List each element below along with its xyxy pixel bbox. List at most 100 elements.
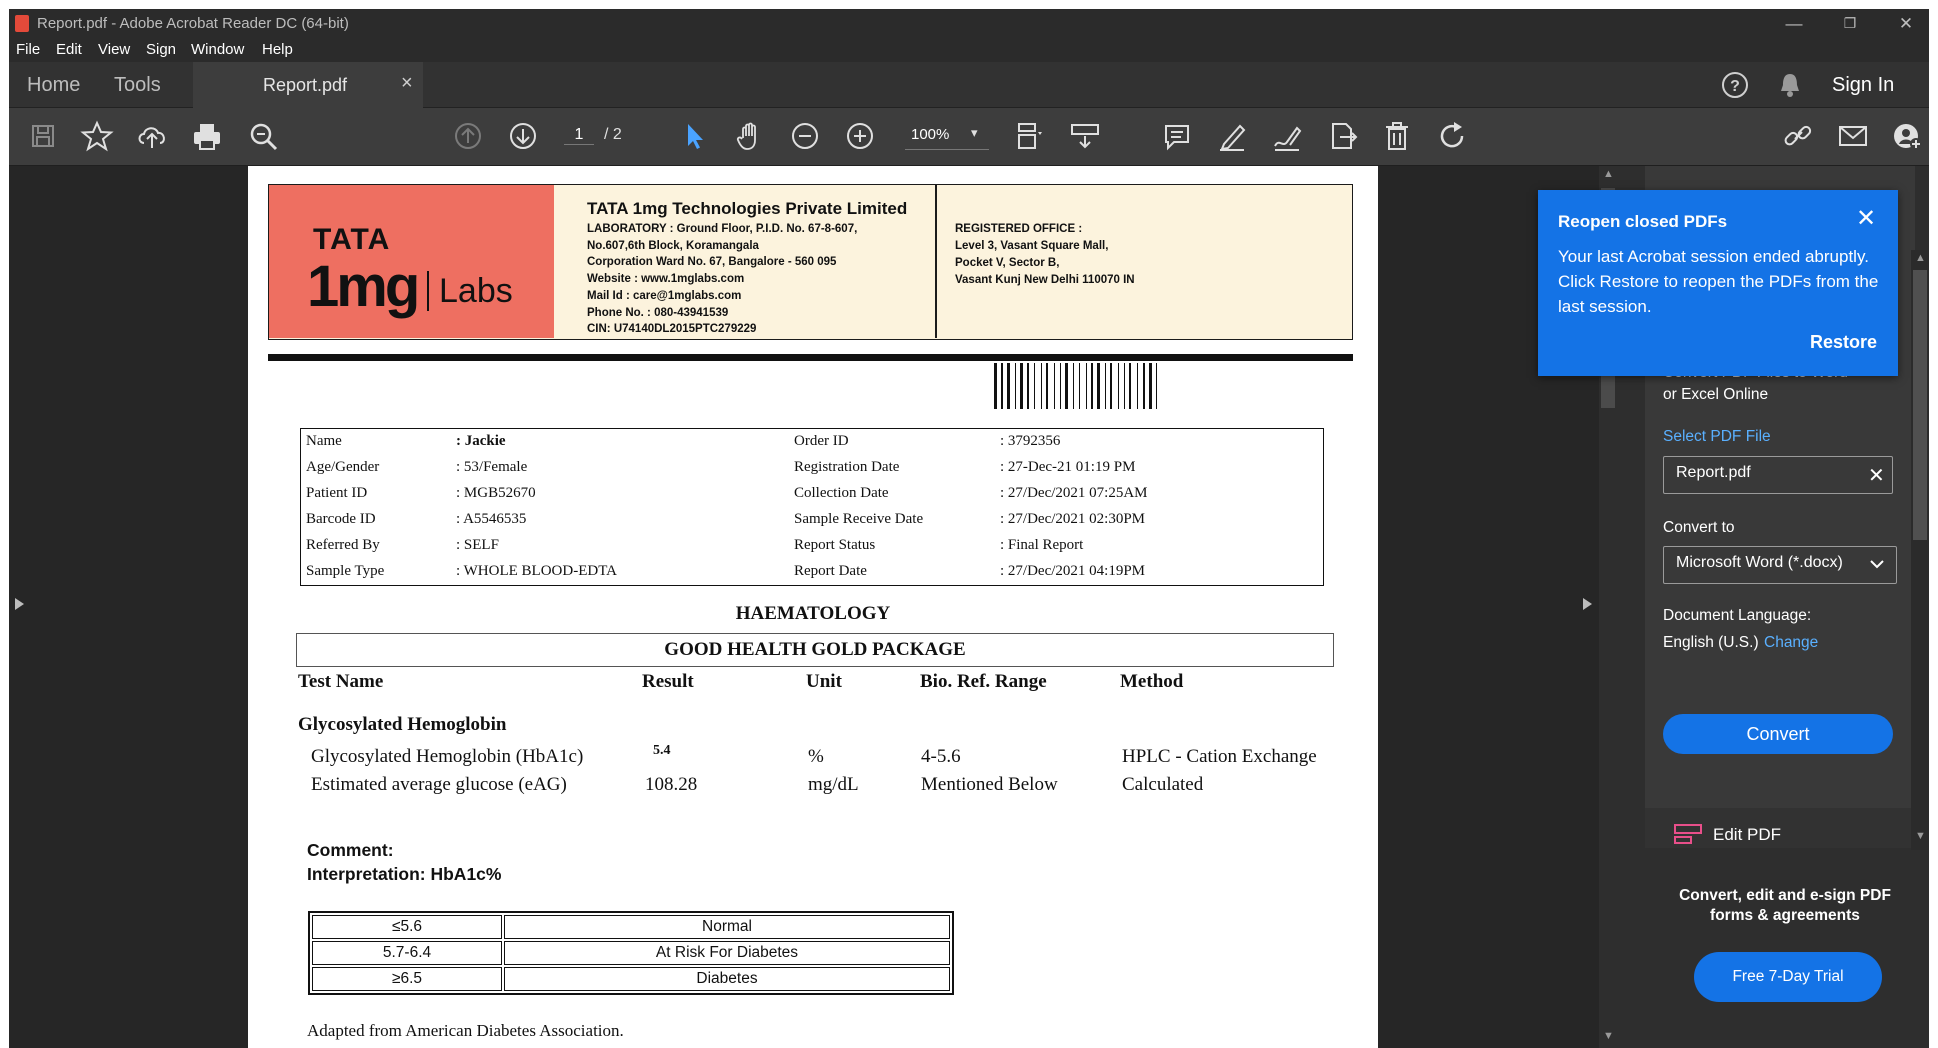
restore-button[interactable]: Restore [1810,332,1877,353]
fit-page-icon[interactable] [1011,118,1047,154]
tab-document[interactable]: Report.pdf × [193,62,423,108]
minimize-button[interactable]: — [1771,11,1817,36]
email-icon[interactable] [1835,118,1871,154]
department-title: HAEMATOLOGY [735,603,891,624]
zoom-out-icon[interactable] [787,118,823,154]
logo-tata-text: TATA [313,223,391,256]
hand-tool-icon[interactable] [732,118,768,154]
close-tab-icon[interactable]: × [401,72,413,95]
restore-window-button[interactable]: ❐ [1827,11,1873,36]
highlight-pen-icon[interactable] [1214,118,1250,154]
scroll-down-icon[interactable]: ▼ [1603,1030,1614,1042]
menu-edit[interactable]: Edit [56,41,82,58]
reg-office-line: Vasant Kunj New Delhi 110070 IN [955,274,1135,286]
test-ref-range: 4-5.6 [921,746,961,767]
menu-sign[interactable]: Sign [146,41,176,58]
convert-format-select[interactable]: Microsoft Word (*.docx) [1663,546,1897,584]
panel-scrollbar[interactable]: ▲ ▼ [1911,250,1929,850]
convert-to-label: Convert to [1663,519,1735,536]
company-name: TATA 1mg Technologies Private Limited [587,199,908,218]
share-link-icon[interactable] [1780,118,1816,154]
patient-label: Sample Receive Date [794,511,924,527]
bookmark-star-icon[interactable] [79,118,115,154]
chevron-down-icon: ▾ [971,125,978,140]
sign-in-button[interactable]: Sign In [1832,74,1894,97]
tab-home[interactable]: Home [27,74,80,97]
promo-text: Convert, edit and e-sign PDF forms & agr… [1679,887,1891,924]
zoom-select[interactable]: 100% ▾ [905,122,989,150]
scrolling-mode-icon[interactable] [1067,118,1103,154]
patient-label: Age/Gender [306,459,380,475]
test-ref-range: Mentioned Below [921,774,1058,795]
save-icon[interactable] [25,118,61,154]
menu-file[interactable]: File [16,41,40,58]
patient-value: : 27-Dec-21 01:19 PM [1000,459,1136,475]
document-tab-label: Report.pdf [263,75,348,95]
table-cell: Normal [504,915,950,939]
patient-name-value: : Jackie [456,433,506,449]
convert-format-value: Microsoft Word (*.docx) [1676,554,1843,571]
tata-1mg-labs-logo: TATA 1mg Labs [269,185,554,338]
notifications-bell-icon[interactable] [1777,71,1803,99]
expand-right-panel-icon[interactable] [1583,598,1592,610]
test-result: 108.28 [645,774,698,795]
select-pdf-file-link[interactable]: Select PDF File [1663,428,1771,446]
zoom-in-icon[interactable] [842,118,878,154]
scrollbar-thumb[interactable] [1913,270,1927,540]
acrobat-pdf-icon [15,15,29,32]
print-icon[interactable] [189,118,225,154]
export-pdf-icon[interactable] [1324,118,1360,154]
edit-pdf-tool[interactable]: Edit PDF [1645,808,1911,848]
selected-file-name: Report.pdf [1676,464,1751,481]
convert-button[interactable]: Convert [1663,714,1893,754]
document-language-value: English (U.S.) [1663,634,1759,651]
patient-label: Name [306,433,342,449]
tab-tools[interactable]: Tools [114,74,161,97]
delete-trash-icon[interactable] [1379,118,1415,154]
zoom-value: 100% [911,126,950,143]
selected-file-field[interactable]: Report.pdf ✕ [1663,456,1893,494]
table-row: ≥6.5 Diabetes [312,967,950,991]
close-window-button[interactable]: ✕ [1883,11,1929,36]
test-method: Calculated [1122,774,1204,795]
cloud-upload-icon[interactable] [134,118,170,154]
convert-intro-line: or Excel Online [1663,386,1769,403]
scroll-up-icon[interactable]: ▲ [1603,168,1614,180]
expand-left-panel-icon[interactable] [15,598,24,610]
next-page-icon[interactable] [505,118,541,154]
tab-bar: Home Tools Report.pdf × ? Sign In [9,62,1929,108]
add-user-icon[interactable] [1889,118,1925,154]
page-number-input[interactable]: 1 [564,126,594,145]
previous-page-icon[interactable] [450,118,486,154]
scroll-down-icon[interactable]: ▼ [1915,830,1926,842]
lab-address-line: No.607,6th Block, Koramangala [587,239,759,252]
menu-view[interactable]: View [98,41,130,58]
edit-pdf-icon [1674,824,1702,844]
table-cell: ≤5.6 [312,915,502,939]
column-header-result: Result [642,671,694,692]
select-cursor-icon[interactable] [677,118,713,154]
close-notification-icon[interactable]: ✕ [1856,204,1876,233]
patient-label: Order ID [794,433,849,449]
patient-label: Registration Date [794,459,900,475]
help-icon[interactable]: ? [1721,71,1749,99]
title-bar: Report.pdf - Adobe Acrobat Reader DC (64… [9,9,1929,38]
change-language-link[interactable]: Change [1764,634,1818,652]
fill-sign-icon[interactable] [1269,118,1305,154]
comment-label: Comment: [307,840,394,860]
logo-labs-text: Labs [427,271,513,311]
package-title: GOOD HEALTH GOLD PACKAGE [664,639,966,660]
clear-file-icon[interactable]: ✕ [1868,463,1885,488]
interpretation-table: ≤5.6 Normal 5.7-6.4 At Risk For Diabetes ≥… [308,911,954,995]
menu-help[interactable]: Help [262,41,293,58]
patient-value: : SELF [456,537,499,553]
lab-address-line: LABORATORY : Ground Floor, P.I.D. No. 67… [587,223,858,235]
free-trial-button[interactable]: Free 7-Day Trial [1694,952,1882,1002]
patient-value: : MGB52670 [456,485,536,501]
comment-icon[interactable] [1159,118,1195,154]
page-total: / 2 [604,126,622,143]
scroll-up-icon[interactable]: ▲ [1915,252,1926,264]
menu-window[interactable]: Window [191,41,244,58]
rotate-icon[interactable] [1434,118,1470,154]
search-icon[interactable] [245,118,281,154]
